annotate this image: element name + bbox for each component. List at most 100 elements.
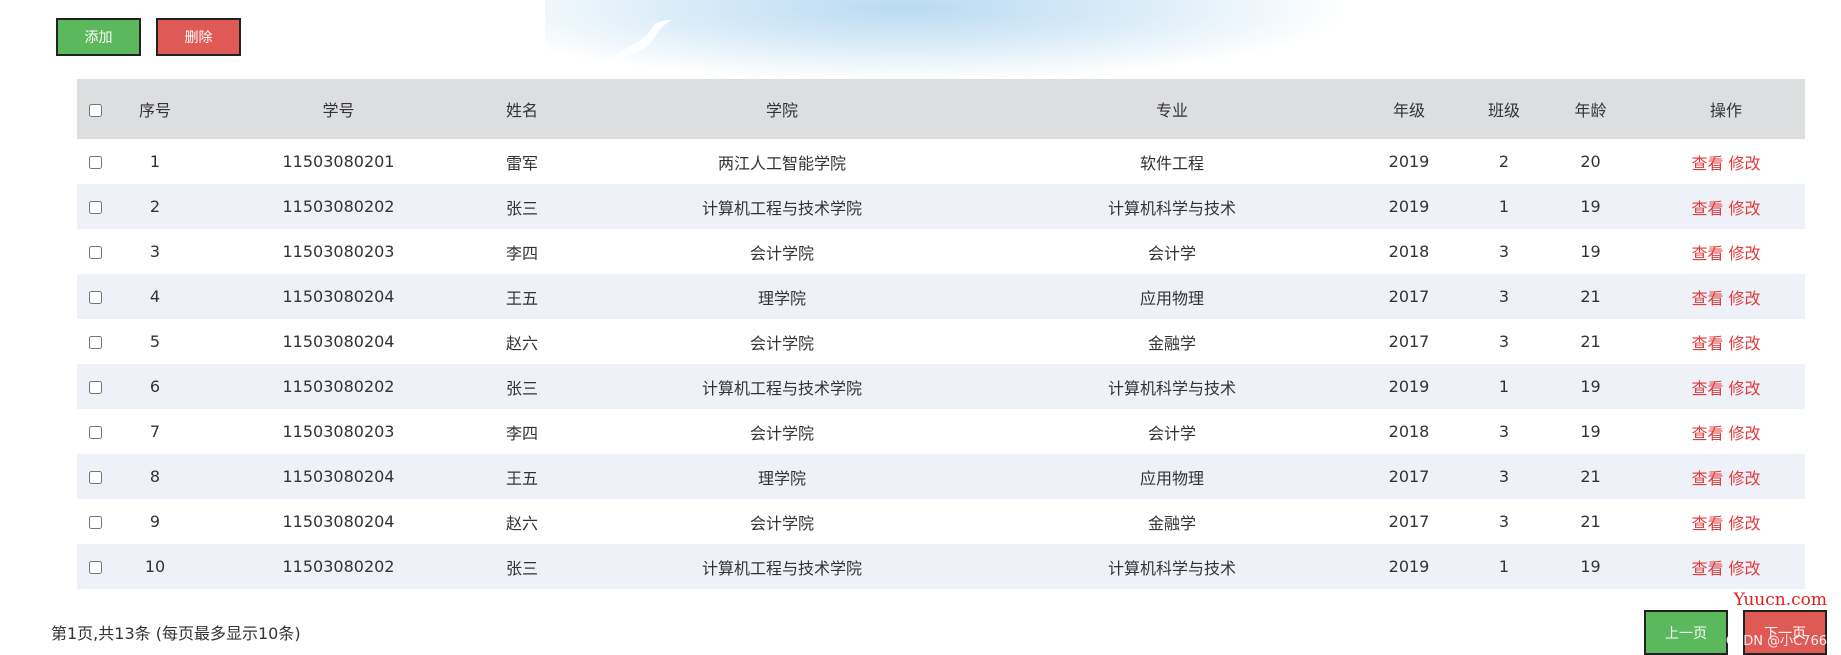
view-link[interactable]: 查看 [1691,154,1723,173]
view-link[interactable]: 查看 [1691,514,1723,533]
column-header-student-id: 学号 [322,101,355,120]
edit-link[interactable]: 修改 [1729,199,1761,218]
row-checkbox[interactable] [88,291,102,304]
column-header-actions: 操作 [1709,101,1742,120]
cell-actions: 查看 修改 [1647,544,1805,589]
cell-name: 张三 [505,198,538,218]
pagination-info: 第1页,共13条 (每页最多显示10条) [51,624,301,643]
cell-college: 会计学院 [749,333,814,353]
row-checkbox[interactable] [88,246,102,259]
table-header-row: 序号 学号 姓名 学院 专业 年级 班级 年龄 操作 [77,79,1805,139]
cell-grade: 2017 [1388,332,1430,351]
cell-actions: 查看 修改 [1647,454,1805,499]
select-all-checkbox[interactable] [88,103,102,117]
cell-grade: 2019 [1388,557,1430,576]
column-header-grade: 年级 [1392,101,1425,120]
cell-student-id: 11503080203 [282,422,395,441]
add-button[interactable]: 添加 [56,18,141,56]
row-checkbox[interactable] [88,201,102,214]
edit-link[interactable]: 修改 [1729,334,1761,353]
cell-student-id: 11503080201 [282,152,395,171]
view-link[interactable]: 查看 [1691,244,1723,263]
cell-student-id: 11503080203 [282,242,395,261]
row-checkbox[interactable] [88,471,102,484]
cell-name: 雷军 [505,153,538,173]
table-row: 2 11503080202 张三 计算机工程与技术学院 计算机科学与技术 2019 1 19 查… [77,184,1805,229]
cell-college: 计算机工程与技术学院 [701,378,862,398]
column-header-class: 班级 [1487,101,1520,120]
table-row: 10 11503080202 张三 计算机工程与技术学院 计算机科学与技术 2019 1 19… [77,544,1805,589]
cell-class: 2 [1498,152,1510,171]
column-header-name: 姓名 [505,101,538,120]
table-row: 7 11503080203 李四 会计学院 会计学 2018 3 19 查看 修改 [77,409,1805,454]
cell-age: 21 [1580,467,1601,486]
cell-age: 19 [1580,197,1601,216]
cell-class: 3 [1498,242,1510,261]
edit-link[interactable]: 修改 [1729,154,1761,173]
edit-link[interactable]: 修改 [1729,514,1761,533]
cell-grade: 2017 [1388,287,1430,306]
row-checkbox[interactable] [88,561,102,574]
cell-student-id: 11503080204 [282,287,395,306]
delete-button[interactable]: 删除 [156,18,241,56]
view-link[interactable]: 查看 [1691,469,1723,488]
cell-actions: 查看 修改 [1647,274,1805,319]
cell-student-id: 11503080202 [282,377,395,396]
table-row: 1 11503080201 雷军 两江人工智能学院 软件工程 2019 2 20 查看 修改 [77,139,1805,184]
cell-actions: 查看 修改 [1647,364,1805,409]
cell-actions: 查看 修改 [1647,499,1805,544]
cell-age: 21 [1580,512,1601,531]
cell-name: 李四 [505,243,538,263]
edit-link[interactable]: 修改 [1729,469,1761,488]
edit-link[interactable]: 修改 [1729,559,1761,578]
cell-grade: 2019 [1388,152,1430,171]
cell-age: 20 [1580,152,1601,171]
edit-link[interactable]: 修改 [1729,379,1761,398]
prev-page-button[interactable]: 上一页 [1644,610,1728,655]
cell-student-id: 11503080202 [282,557,395,576]
view-link[interactable]: 查看 [1691,289,1723,308]
table-row: 9 11503080204 赵六 会计学院 金融学 2017 3 21 查看 修改 [77,499,1805,544]
cell-name: 赵六 [505,513,538,533]
cell-no: 4 [149,287,161,306]
cell-grade: 2018 [1388,242,1430,261]
cell-college: 会计学院 [749,243,814,263]
cell-student-id: 11503080204 [282,467,395,486]
column-header-major: 专业 [1155,101,1188,120]
cell-age: 19 [1580,242,1601,261]
cell-name: 张三 [505,378,538,398]
view-link[interactable]: 查看 [1691,379,1723,398]
row-checkbox[interactable] [88,336,102,349]
edit-link[interactable]: 修改 [1729,424,1761,443]
cell-name: 李四 [505,423,538,443]
cell-actions: 查看 修改 [1647,139,1805,184]
cell-no: 5 [149,332,161,351]
row-checkbox[interactable] [88,426,102,439]
cell-no: 2 [149,197,161,216]
student-table: 序号 学号 姓名 学院 专业 年级 班级 年龄 操作 1 11503080201 雷… [77,79,1805,589]
row-checkbox[interactable] [88,381,102,394]
row-checkbox[interactable] [88,156,102,169]
cell-age: 19 [1580,557,1601,576]
cell-actions: 查看 修改 [1647,319,1805,364]
cell-class: 3 [1498,332,1510,351]
edit-link[interactable]: 修改 [1729,244,1761,263]
table-row: 3 11503080203 李四 会计学院 会计学 2018 3 19 查看 修改 [77,229,1805,274]
cell-class: 1 [1498,377,1510,396]
site-watermark: Yuucn.com [1733,590,1827,610]
view-link[interactable]: 查看 [1691,424,1723,443]
column-header-college: 学院 [765,101,798,120]
view-link[interactable]: 查看 [1691,559,1723,578]
cell-actions: 查看 修改 [1647,229,1805,274]
cell-no: 9 [149,512,161,531]
cell-college: 计算机工程与技术学院 [701,198,862,218]
column-header-age: 年龄 [1574,101,1607,120]
edit-link[interactable]: 修改 [1729,289,1761,308]
view-link[interactable]: 查看 [1691,199,1723,218]
view-link[interactable]: 查看 [1691,334,1723,353]
cell-age: 19 [1580,377,1601,396]
row-checkbox[interactable] [88,516,102,529]
cell-major: 会计学 [1147,243,1196,263]
cell-class: 3 [1498,422,1510,441]
cell-college: 理学院 [757,468,806,488]
